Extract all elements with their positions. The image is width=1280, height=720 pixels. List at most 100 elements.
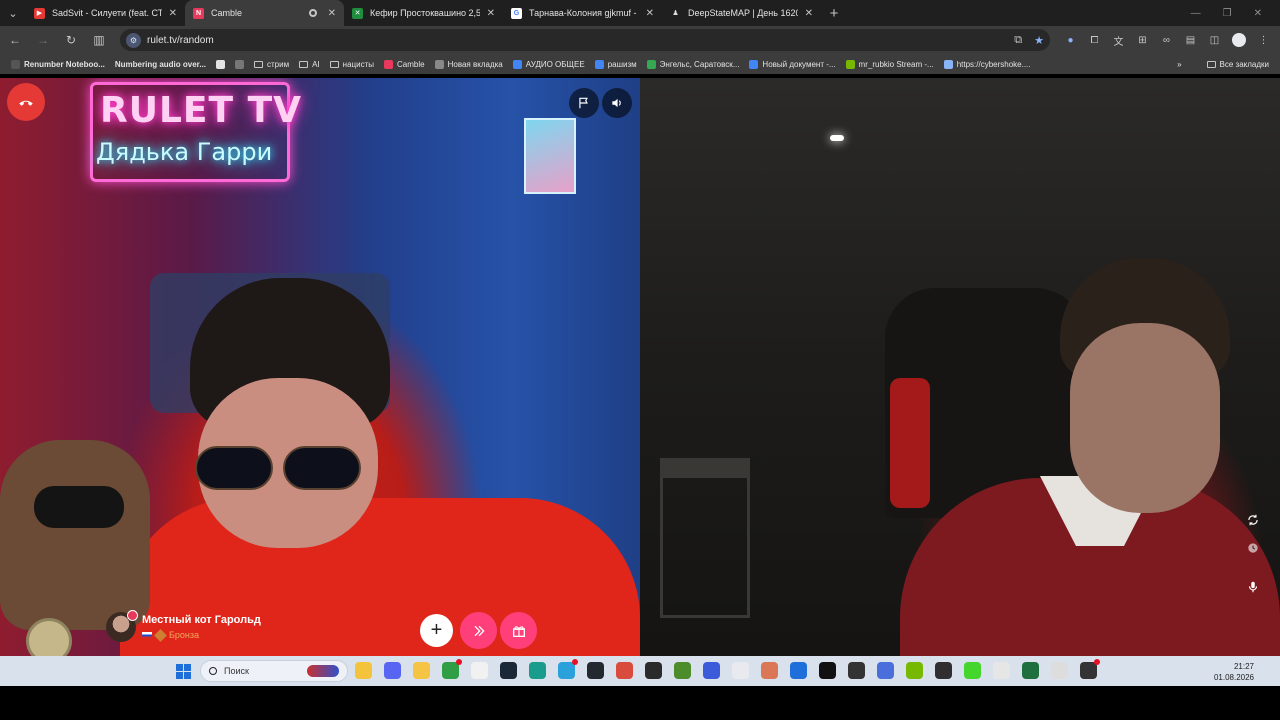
bookmark-item[interactable]: Новая вкладка <box>430 59 508 69</box>
obs-record-icon[interactable] <box>1080 659 1100 679</box>
snipping-icon[interactable] <box>616 662 633 679</box>
gift-button[interactable] <box>500 612 537 649</box>
media-icon[interactable] <box>993 662 1010 679</box>
close-icon[interactable]: ✕ <box>169 8 177 19</box>
back-icon[interactable]: ← <box>8 33 22 47</box>
install-app-icon[interactable]: ⧉ <box>1014 34 1022 47</box>
tab-kefir[interactable]: ✕ Кефир Простоквашино 2,5%, 930 ✕ <box>344 0 503 26</box>
switch-camera-button[interactable] <box>1244 511 1262 529</box>
site-info-icon[interactable]: ⚙ <box>126 32 141 48</box>
app-a-icon[interactable] <box>732 662 749 679</box>
bookmark-item[interactable]: стрим <box>249 60 294 69</box>
discord-icon[interactable] <box>384 662 401 679</box>
folder-icon <box>329 60 339 68</box>
bookmark-item[interactable]: Renumber Noteboo... <box>6 59 110 69</box>
doc-icon <box>594 59 604 69</box>
terminal-icon[interactable] <box>645 662 662 679</box>
close-window-icon[interactable]: ✕ <box>1254 8 1262 19</box>
chrome-icon[interactable] <box>442 659 462 679</box>
new-tab-button[interactable]: + <box>821 0 847 26</box>
restore-icon[interactable]: ❐ <box>1223 8 1232 19</box>
reader-icon[interactable]: ▤ <box>1184 34 1197 47</box>
claude-icon[interactable] <box>761 662 778 679</box>
stranger-info[interactable]: Местный кот Гарольд Бронза <box>106 610 261 642</box>
translate-icon[interactable]: 文 <box>1112 34 1125 48</box>
app-blue-arc-icon[interactable] <box>703 662 720 679</box>
blank-doc-icon[interactable] <box>471 662 488 679</box>
stranger-name: Местный кот Гарольд <box>142 614 261 626</box>
openai-icon[interactable] <box>848 662 865 679</box>
bookmark-item[interactable]: Numbering audio over... <box>110 60 211 69</box>
telegram-icon[interactable] <box>558 659 578 679</box>
forward-icon[interactable]: → <box>36 33 50 47</box>
volume-icon <box>612 98 621 108</box>
person-face <box>1070 323 1220 513</box>
edge-icon[interactable] <box>529 662 546 679</box>
obs-icon[interactable] <box>935 662 952 679</box>
settings-flower-icon[interactable] <box>1051 662 1068 679</box>
file-explorer-icon[interactable] <box>355 662 372 679</box>
chevron-app-icon[interactable] <box>790 662 807 679</box>
url-text[interactable]: rulet.tv/random <box>147 35 1008 46</box>
github-icon[interactable] <box>587 662 604 679</box>
bookmark-star-icon[interactable]: ★ <box>1034 34 1044 47</box>
bookmark-item[interactable]: mr_rubkio Stream -... <box>841 59 939 69</box>
next-button[interactable] <box>460 612 497 649</box>
system-clock[interactable]: 21:27 01.08.2026 <box>1214 661 1254 683</box>
nvidia-icon[interactable] <box>906 662 923 679</box>
split-view-icon[interactable]: ▥ <box>92 33 106 47</box>
bookmark-label: АУДИО ОБЩЕЕ <box>525 59 585 69</box>
tab-search[interactable]: G Тарнава-Колония gjkmuf - Поиск ✕ <box>503 0 662 26</box>
close-icon[interactable]: ✕ <box>646 8 654 19</box>
minecraft-icon[interactable] <box>674 662 691 679</box>
link-icon[interactable]: ∞ <box>1160 34 1173 47</box>
bookmark-item[interactable]: Camble <box>379 59 430 69</box>
tab-search-chevron-icon[interactable]: ⌄ <box>0 0 26 26</box>
reload-icon[interactable]: ↻ <box>64 33 78 47</box>
app-layers-icon[interactable] <box>877 662 894 679</box>
folder-icon[interactable] <box>413 662 430 679</box>
more-menu-icon[interactable]: ⋮ <box>1257 34 1270 47</box>
close-icon[interactable]: ✕ <box>805 8 813 19</box>
bookmark-item[interactable] <box>230 59 249 69</box>
capcut-icon[interactable] <box>819 662 836 679</box>
nvidia-icon <box>845 59 855 69</box>
sound-button[interactable] <box>602 88 632 118</box>
report-button[interactable] <box>569 88 599 118</box>
more-bookmarks-icon[interactable]: » <box>1177 60 1181 69</box>
steam-icon[interactable] <box>500 662 517 679</box>
close-icon[interactable]: ✕ <box>328 8 336 19</box>
rank-label: Бронза <box>169 630 200 640</box>
bookmark-item[interactable]: АУДИО ОБЩЕЕ <box>508 59 590 69</box>
grid-extension-icon[interactable]: ⊞ <box>1136 34 1149 47</box>
bookmark-item[interactable]: Новый документ -... <box>744 59 840 69</box>
bookmark-item[interactable]: рашизм <box>590 59 642 69</box>
end-call-button[interactable] <box>7 83 45 121</box>
taskbar-search[interactable]: Поиск <box>200 660 348 682</box>
bookmark-item[interactable] <box>211 59 230 69</box>
add-friend-button[interactable]: + <box>420 614 453 647</box>
address-bar[interactable]: ⚙ rulet.tv/random ⧉ ★ <box>120 29 1050 51</box>
razer-icon[interactable] <box>964 662 981 679</box>
globe-icon[interactable] <box>1022 662 1039 679</box>
avatar[interactable] <box>106 610 138 642</box>
bookmark-item[interactable]: Энгельс, Саратовск... <box>642 59 745 69</box>
sidebar-icon[interactable]: ◫ <box>1208 34 1221 47</box>
video-chat-area: RULET TV Дядька Гарри Местный кот Гароль… <box>0 78 1280 656</box>
microphone-button[interactable] <box>1244 578 1262 596</box>
tab-camble[interactable]: N Camble ✕ <box>185 0 344 26</box>
all-bookmarks[interactable]: Все закладки <box>1202 60 1274 69</box>
tab-sadsvit[interactable]: ▶ SadSvit - Силуети (feat. СТРУКТУРА ✕ <box>26 0 185 26</box>
apps-grid-icon <box>235 59 245 69</box>
timer-button[interactable] <box>1244 539 1262 557</box>
bookmark-item[interactable]: AI <box>294 60 325 69</box>
bookmark-item[interactable]: https://cybershoke.... <box>939 59 1036 69</box>
tab-deepstate[interactable]: ♟ DeepStateMAP | День 1620 | Map ✕ <box>662 0 821 26</box>
minimize-icon[interactable]: — <box>1191 8 1201 19</box>
windows-start-icon[interactable] <box>176 664 191 679</box>
extensions-puzzle-icon[interactable]: ⧠ <box>1088 34 1101 47</box>
bookmark-item[interactable]: нацисты <box>325 60 379 69</box>
profile-avatar[interactable] <box>1232 33 1246 47</box>
vpn-extension-icon[interactable]: ● <box>1064 34 1077 47</box>
close-icon[interactable]: ✕ <box>487 8 495 19</box>
